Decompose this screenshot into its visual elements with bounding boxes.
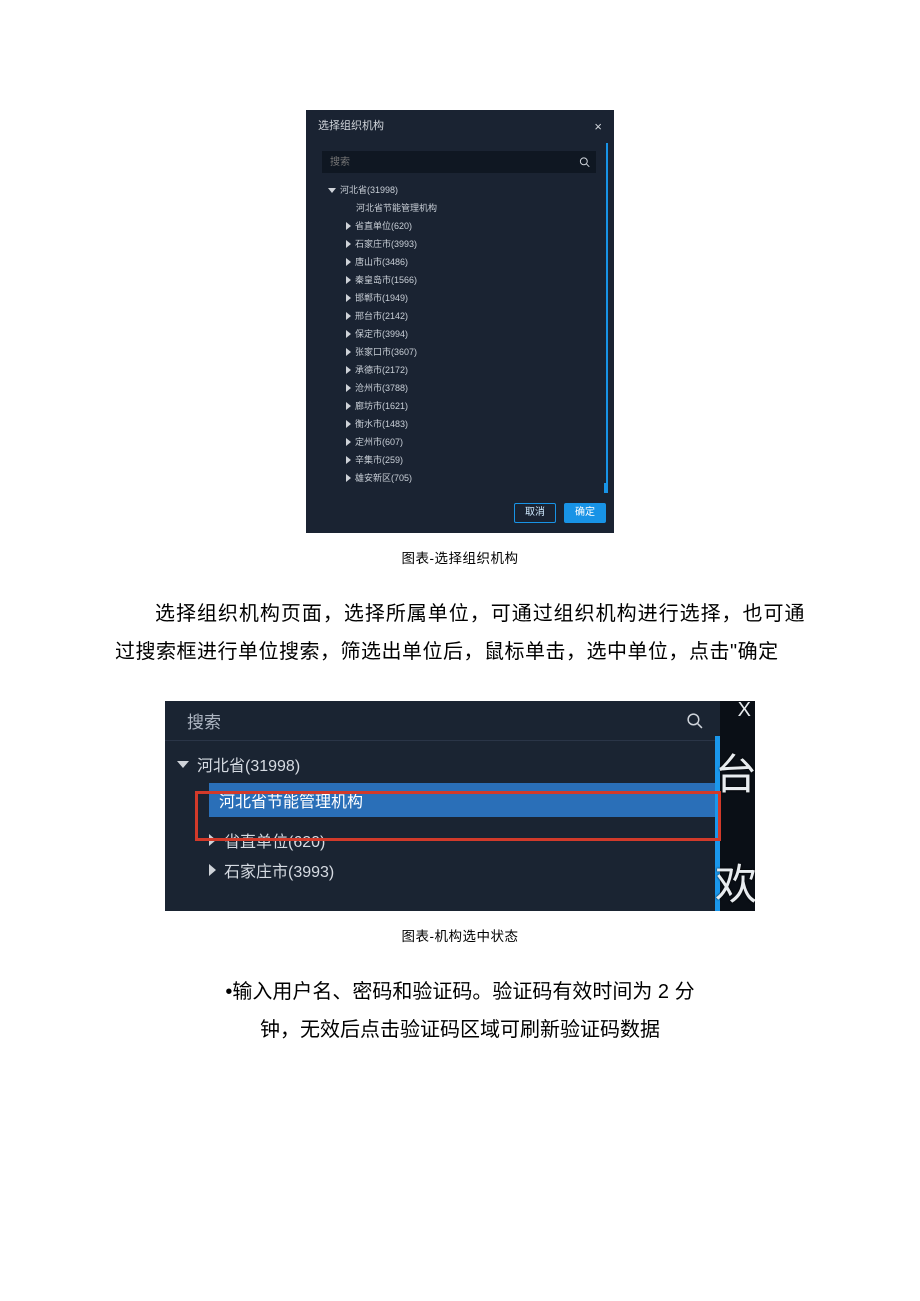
chevron-right-icon	[346, 384, 351, 392]
chevron-right-icon	[346, 402, 351, 410]
chevron-right-icon	[346, 366, 351, 374]
tree-node-label: 辛集市(259)	[355, 456, 403, 465]
tree-node-label: 张家口市(3607)	[355, 348, 417, 357]
chevron-right-icon	[346, 258, 351, 266]
chevron-right-icon	[209, 834, 216, 846]
tree-node-root[interactable]: 河北省(31998)	[173, 749, 715, 779]
chevron-right-icon	[346, 240, 351, 248]
bullet-paragraph: •输入用户名、密码和验证码。验证码有效时间为 2 分 钟，无效后点击验证码区域可…	[0, 973, 920, 1049]
org-select-zoom: 搜索 河北省(31998) 河北省节能管理机构 省直单位(620)	[165, 701, 755, 911]
figure-caption: 图表-机构选中状态	[0, 925, 920, 945]
org-select-dialog: 选择组织机构 × 河北省(31998) 河北省节能管理机构 省直单位(620) …	[306, 110, 614, 533]
tree-node[interactable]: 唐山市(3486)	[328, 253, 596, 271]
chevron-down-icon	[177, 761, 189, 768]
tree-node[interactable]: 保定市(3994)	[328, 325, 596, 343]
tree-node-label: 石家庄市(3993)	[224, 858, 334, 882]
tree-node-label: 河北省(31998)	[340, 186, 398, 195]
tree-node-label: 秦皇岛市(1566)	[355, 276, 417, 285]
tree-node[interactable]: 省直单位(620)	[328, 217, 596, 235]
chevron-right-icon	[346, 312, 351, 320]
tree-node[interactable]: 定州市(607)	[328, 433, 596, 451]
tree-node[interactable]: 辛集市(259)	[328, 451, 596, 469]
chevron-right-icon	[346, 276, 351, 284]
tree-node[interactable]: 张家口市(3607)	[328, 343, 596, 361]
body-paragraph: 选择组织机构页面，选择所属单位，可通过组织机构进行选择，也可通过搜索框进行单位搜…	[0, 595, 920, 671]
tree-node-label: 廊坊市(1621)	[355, 402, 408, 411]
chevron-right-icon	[346, 438, 351, 446]
chevron-right-icon	[209, 864, 216, 876]
search-input[interactable]	[322, 151, 596, 173]
tree-node[interactable]: 邢台市(2142)	[328, 307, 596, 325]
tree-node-label: 承德市(2172)	[355, 366, 408, 375]
tree-node[interactable]: 省直单位(620)	[173, 825, 715, 855]
chevron-right-icon	[346, 456, 351, 464]
tree-node[interactable]: 石家庄市(3993)	[173, 855, 715, 885]
close-icon[interactable]: ×	[594, 120, 602, 133]
background-strip: 台 欢	[720, 701, 755, 911]
tree-node-label: 邢台市(2142)	[355, 312, 408, 321]
chevron-right-icon	[346, 294, 351, 302]
bullet-line: •输入用户名、密码和验证码。验证码有效时间为 2 分	[225, 981, 694, 1003]
tree-node-label: 河北省节能管理机构	[219, 788, 363, 812]
close-icon[interactable]: X	[738, 701, 751, 722]
org-tree: 河北省(31998) 河北省节能管理机构 省直单位(620) 石家庄市(3993…	[165, 741, 715, 885]
chevron-right-icon	[346, 330, 351, 338]
tree-node-label: 保定市(3994)	[355, 330, 408, 339]
tree-node-label: 雄安新区(705)	[355, 474, 412, 483]
chevron-right-icon	[346, 348, 351, 356]
tree-node-label: 河北省(31998)	[197, 752, 300, 776]
tree-node-label: 唐山市(3486)	[355, 258, 408, 267]
tree-node[interactable]: 承德市(2172)	[328, 361, 596, 379]
figure-caption: 图表-选择组织机构	[0, 547, 920, 567]
tree-leaf[interactable]: 河北省节能管理机构	[328, 199, 596, 217]
tree-node-label: 沧州市(3788)	[355, 384, 408, 393]
chevron-down-icon	[328, 188, 336, 193]
tree-node[interactable]: 衡水市(1483)	[328, 415, 596, 433]
tree-node-label: 省直单位(620)	[224, 828, 325, 852]
bullet-line: 钟，无效后点击验证码区域可刷新验证码数据	[150, 1011, 770, 1049]
search-icon[interactable]	[579, 157, 590, 168]
tree-node-label: 省直单位(620)	[355, 222, 412, 231]
tree-node[interactable]: 邯郸市(1949)	[328, 289, 596, 307]
chevron-right-icon	[346, 420, 351, 428]
tree-node-label: 河北省节能管理机构	[356, 204, 437, 213]
background-char: 台	[715, 741, 755, 802]
tree-node[interactable]: 沧州市(3788)	[328, 379, 596, 397]
tree-node-root[interactable]: 河北省(31998)	[328, 181, 596, 199]
search-icon[interactable]	[686, 712, 703, 729]
tree-node-label: 定州市(607)	[355, 438, 403, 447]
chevron-right-icon	[346, 474, 351, 482]
org-tree: 河北省(31998) 河北省节能管理机构 省直单位(620) 石家庄市(3993…	[322, 181, 596, 487]
tree-node[interactable]: 廊坊市(1621)	[328, 397, 596, 415]
chevron-right-icon	[346, 222, 351, 230]
tree-node[interactable]: 雄安新区(705)	[328, 469, 596, 487]
background-char: 欢	[715, 851, 755, 911]
tree-node-label: 石家庄市(3993)	[355, 240, 417, 249]
tree-node-label: 邯郸市(1949)	[355, 294, 408, 303]
tree-node[interactable]: 石家庄市(3993)	[328, 235, 596, 253]
search-input[interactable]: 搜索	[187, 708, 221, 733]
tree-node[interactable]: 秦皇岛市(1566)	[328, 271, 596, 289]
tree-selected-node[interactable]: 河北省节能管理机构	[209, 783, 725, 817]
cancel-button[interactable]: 取消	[514, 503, 556, 523]
dialog-title: 选择组织机构	[318, 121, 384, 132]
tree-node-label: 衡水市(1483)	[355, 420, 408, 429]
confirm-button[interactable]: 确定	[564, 503, 606, 523]
